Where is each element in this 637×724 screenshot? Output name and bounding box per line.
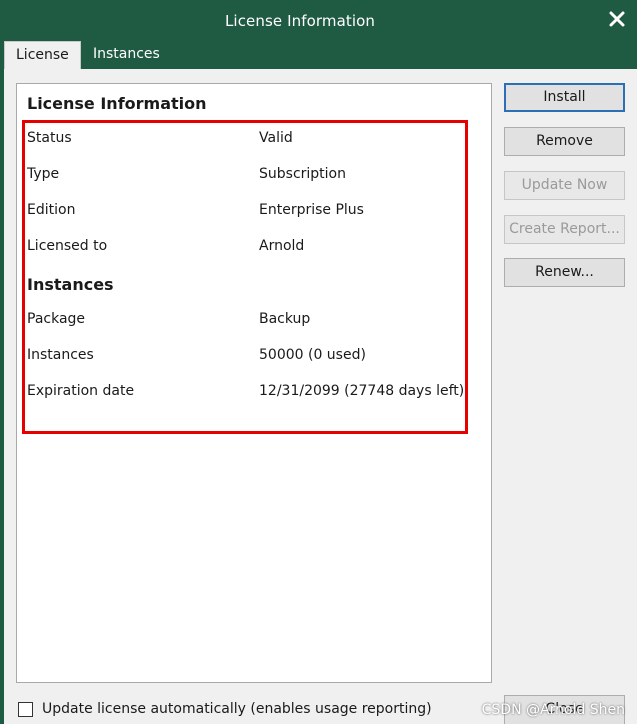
edition-value: Enterprise Plus xyxy=(259,202,364,218)
remove-button[interactable]: Remove xyxy=(504,127,625,156)
license-info-heading: License Information xyxy=(27,94,207,113)
type-value: Subscription xyxy=(259,166,346,182)
title-bar: License Information xyxy=(0,0,637,42)
close-icon[interactable] xyxy=(607,9,627,29)
update-now-button[interactable]: Update Now xyxy=(504,171,625,200)
instances-label: Instances xyxy=(27,347,94,363)
watermark: CSDN @Arnold Shen xyxy=(481,702,625,718)
status-label: Status xyxy=(27,130,72,146)
edition-label: Edition xyxy=(27,202,76,218)
status-value: Valid xyxy=(259,130,293,146)
package-label: Package xyxy=(27,311,86,327)
create-report-button[interactable]: Create Report... xyxy=(504,215,625,244)
package-value: Backup xyxy=(259,311,311,327)
expiration-date-value: 12/31/2099 (27748 days left) xyxy=(259,383,465,399)
licensed-to-label: Licensed to xyxy=(27,238,108,254)
type-label: Type xyxy=(27,166,60,182)
instances-value: 50000 (0 used) xyxy=(259,347,366,363)
auto-update-checkbox[interactable] xyxy=(18,702,33,717)
tab-content: License Information Status Valid Type Su… xyxy=(4,69,637,724)
renew-button[interactable]: Renew... xyxy=(504,258,625,287)
install-button[interactable]: Install xyxy=(504,83,625,112)
license-panel: License Information Status Valid Type Su… xyxy=(16,83,492,683)
expiration-date-label: Expiration date xyxy=(27,383,135,399)
tab-instances[interactable]: Instances xyxy=(82,41,171,70)
auto-update-label: Update license automatically (enables us… xyxy=(42,701,432,717)
tab-license[interactable]: License xyxy=(4,41,81,70)
window-title: License Information xyxy=(224,12,376,30)
licensed-to-value: Arnold xyxy=(259,238,305,254)
instances-heading: Instances xyxy=(27,275,114,294)
tab-strip: License Instances xyxy=(0,39,637,70)
